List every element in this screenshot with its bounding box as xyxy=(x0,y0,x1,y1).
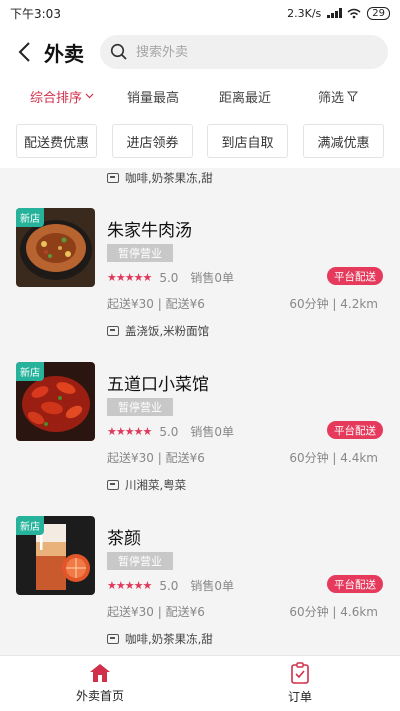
wifi-icon xyxy=(347,8,361,18)
store-tags: 盖浇饭,米粉面馆 xyxy=(107,323,209,339)
store-tags-prev: 咖啡,奶茶果冻,甜 xyxy=(107,170,213,186)
bottom-nav: 外卖首页 订单 xyxy=(0,655,400,711)
store-rating: ★★★★★ 5.0 销售0单 xyxy=(107,577,234,594)
order-icon xyxy=(291,662,309,684)
store-image: 新店 xyxy=(16,208,95,287)
sort-comprehensive[interactable]: 综合排序 xyxy=(30,87,94,106)
store-tags-text: 盖浇饭,米粉面馆 xyxy=(125,324,210,338)
rating-value: 5.0 xyxy=(159,578,179,593)
status-bar: 下午3:03 2.3K/s 29 xyxy=(0,0,400,26)
new-store-badge: 新店 xyxy=(16,362,44,381)
chip-delivery-discount[interactable]: 配送费优惠 xyxy=(16,124,97,158)
platform-delivery-badge: 平台配送 xyxy=(327,267,383,285)
delivery-time-distance: 60分钟 | 4.6km xyxy=(289,605,378,619)
store-name: 茶颜 xyxy=(107,529,141,549)
rating-value: 5.0 xyxy=(159,270,179,285)
home-icon xyxy=(90,664,110,682)
store-name: 朱家牛肉汤 xyxy=(107,221,192,241)
chip-full-reduction[interactable]: 满减优惠 xyxy=(303,124,384,158)
filter-button[interactable]: 筛选 xyxy=(318,87,359,106)
sort-sales-label: 销量最高 xyxy=(127,90,180,106)
status-badge: 暂停营业 xyxy=(107,244,173,262)
new-store-badge: 新店 xyxy=(16,208,44,227)
rating-stars-icon: ★★★★★ xyxy=(107,579,152,592)
tag-icon xyxy=(107,480,119,490)
sales-count: 销售0单 xyxy=(190,425,235,439)
signal-icon xyxy=(327,8,342,18)
rating-stars-icon: ★★★★★ xyxy=(107,271,152,284)
store-name: 五道口小菜馆 xyxy=(107,375,209,395)
store-rating: ★★★★★ 5.0 销售0单 xyxy=(107,423,234,440)
store-list[interactable]: 咖啡,奶茶果冻,甜 新店 朱家牛肉汤 暂停营业 ★★★★★ 5.0 销售0单 平… xyxy=(0,168,400,655)
store-card[interactable]: 新店 朱家牛肉汤 暂停营业 ★★★★★ 5.0 销售0单 平台配送 起送¥30 … xyxy=(0,208,400,362)
store-card[interactable]: 新店 五道口小菜馆 暂停营业 ★★★★★ 5.0 销售0单 平台配送 起送¥30… xyxy=(0,362,400,516)
nav-orders[interactable]: 订单 xyxy=(200,656,400,711)
rating-stars-icon: ★★★★★ xyxy=(107,425,152,438)
store-tags-text: 咖啡,奶茶果冻,甜 xyxy=(125,632,213,646)
nav-home[interactable]: 外卖首页 xyxy=(0,656,200,711)
delivery-fee: 起送¥30 | 配送¥6 xyxy=(107,297,205,311)
platform-delivery-badge: 平台配送 xyxy=(327,575,383,593)
network-speed: 2.3K/s xyxy=(287,6,322,20)
sort-sales[interactable]: 销量最高 xyxy=(127,87,179,106)
sort-bar: 综合排序 销量最高 距离最近 筛选 xyxy=(0,78,400,114)
delivery-fee: 起送¥30 | 配送¥6 xyxy=(107,605,205,619)
chevron-down-icon xyxy=(85,93,94,99)
store-tags: 川湘菜,粤菜 xyxy=(107,477,186,493)
store-image: 新店 xyxy=(16,516,95,595)
sort-distance[interactable]: 距离最近 xyxy=(219,87,271,106)
battery-indicator: 29 xyxy=(367,6,390,20)
search-icon xyxy=(110,43,127,60)
header: 外卖 xyxy=(0,26,400,78)
store-image: 新店 xyxy=(16,362,95,441)
filter-label: 筛选 xyxy=(318,90,345,106)
sales-count: 销售0单 xyxy=(190,271,235,285)
search-input[interactable] xyxy=(136,44,336,60)
page-title: 外卖 xyxy=(44,41,84,66)
tag-icon xyxy=(107,326,119,336)
nav-home-label: 外卖首页 xyxy=(75,689,124,703)
store-rating: ★★★★★ 5.0 销售0单 xyxy=(107,269,234,286)
nav-orders-label: 订单 xyxy=(287,690,312,704)
sort-comprehensive-label: 综合排序 xyxy=(30,90,83,106)
back-button[interactable] xyxy=(12,37,36,67)
status-badge: 暂停营业 xyxy=(107,552,173,570)
store-card[interactable]: 新店 茶颜 暂停营业 ★★★★★ 5.0 销售0单 平台配送 起送¥30 | 配… xyxy=(0,516,400,655)
sort-distance-label: 距离最近 xyxy=(219,90,272,106)
delivery-time-distance: 60分钟 | 4.2km xyxy=(289,297,378,311)
filter-chips: 配送费优惠 进店领券 到店自取 满减优惠 xyxy=(0,124,400,158)
sales-count: 销售0单 xyxy=(190,579,235,593)
new-store-badge: 新店 xyxy=(16,516,44,535)
chip-self-pickup[interactable]: 到店自取 xyxy=(207,124,288,158)
tag-icon xyxy=(107,634,119,644)
chip-store-coupon[interactable]: 进店领券 xyxy=(112,124,193,158)
platform-delivery-badge: 平台配送 xyxy=(327,421,383,439)
delivery-time-distance: 60分钟 | 4.4km xyxy=(289,451,378,465)
store-tags-text: 川湘菜,粤菜 xyxy=(125,478,187,492)
rating-value: 5.0 xyxy=(159,424,179,439)
store-tags-text: 咖啡,奶茶果冻,甜 xyxy=(125,171,213,185)
status-badge: 暂停营业 xyxy=(107,398,173,416)
store-tags: 咖啡,奶茶果冻,甜 xyxy=(107,631,213,647)
search-bar[interactable] xyxy=(100,35,388,69)
tag-icon xyxy=(107,173,119,183)
chevron-left-icon xyxy=(18,42,30,62)
delivery-fee: 起送¥30 | 配送¥6 xyxy=(107,451,205,465)
filter-icon xyxy=(347,91,359,102)
status-time: 下午3:03 xyxy=(10,6,61,21)
